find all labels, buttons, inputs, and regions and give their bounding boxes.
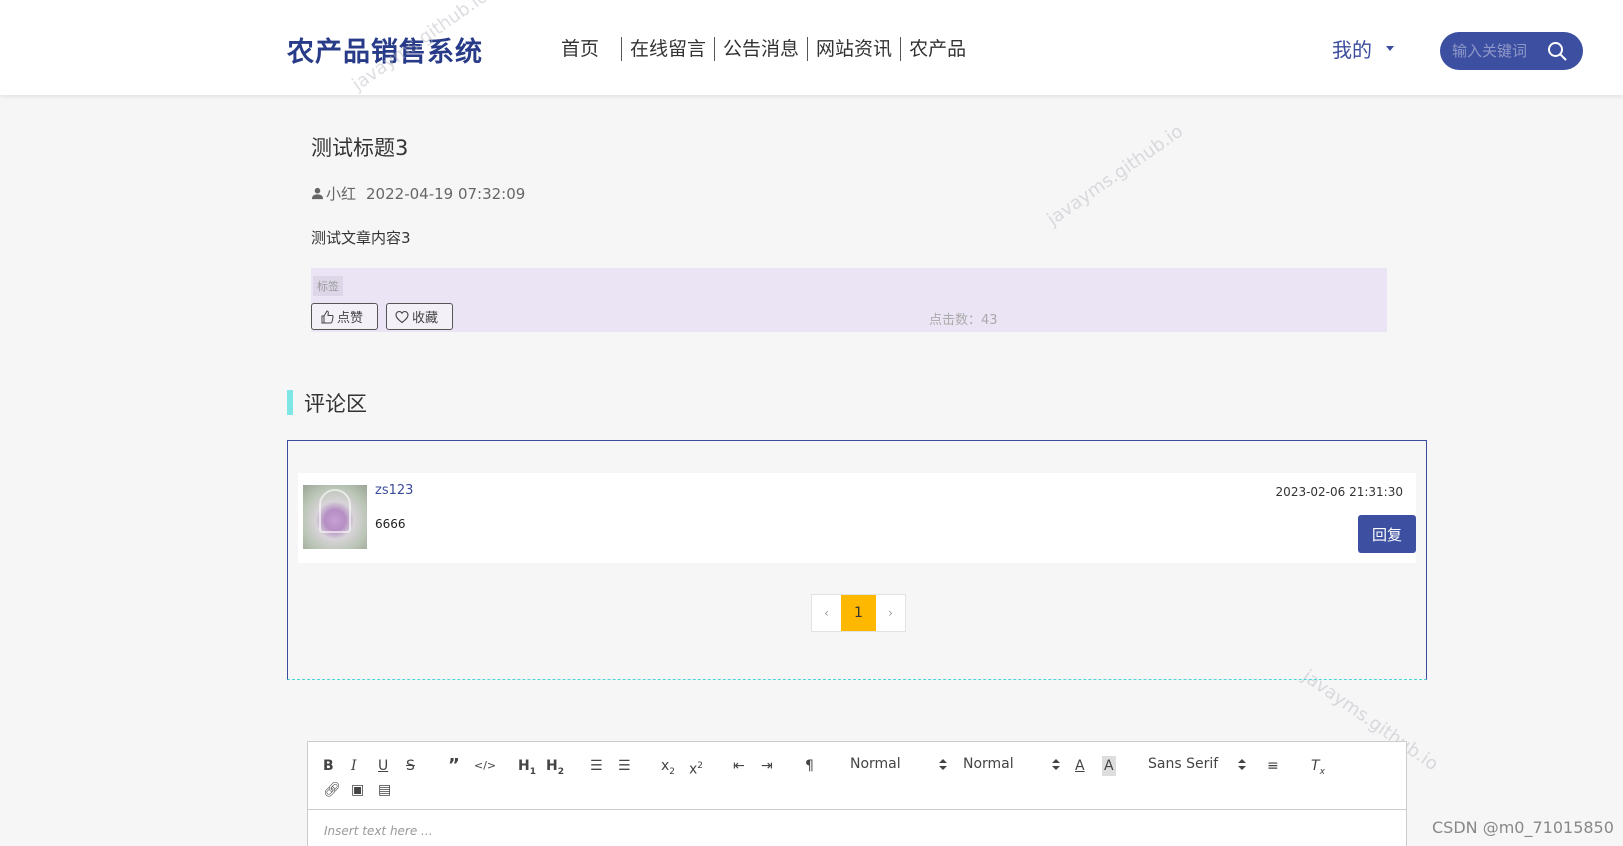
code-block-icon[interactable]: </> xyxy=(474,756,496,776)
search-input[interactable] xyxy=(1452,42,1542,60)
background-color-icon[interactable]: A xyxy=(1102,756,1116,776)
article-title: 测试标题3 xyxy=(311,136,409,160)
mine-dropdown[interactable]: 我的 xyxy=(1332,34,1394,63)
nav-message[interactable]: 在线留言 xyxy=(622,36,714,62)
strikethrough-icon[interactable]: S xyxy=(406,756,415,776)
search-icon[interactable] xyxy=(1547,41,1567,61)
blockquote-icon[interactable]: ” xyxy=(448,756,460,776)
subscript-icon[interactable]: x2 xyxy=(661,756,675,777)
text-color-icon[interactable]: A xyxy=(1075,756,1085,776)
click-count: 点击数：43 xyxy=(929,313,998,328)
page-next-button[interactable]: › xyxy=(876,595,905,631)
nav-products[interactable]: 农产品 xyxy=(901,36,974,62)
image-icon[interactable]: ▣ xyxy=(351,780,364,800)
editor-toolbar: B I U S ” </> H1 H2 ☰ ☰ x2 x2 ⇤ ⇥ ¶ Norm… xyxy=(308,742,1406,810)
bullet-list-icon[interactable]: ☰ xyxy=(618,756,631,776)
main-nav: 首页 在线留言 公告消息 网站资讯 农产品 xyxy=(555,36,974,62)
comment-text: 6666 xyxy=(375,517,406,531)
nav-news[interactable]: 网站资讯 xyxy=(808,36,900,62)
reply-button[interactable]: 回复 xyxy=(1358,515,1416,553)
user-icon xyxy=(311,187,324,200)
bold-icon[interactable]: B xyxy=(323,756,334,776)
thumbs-up-icon xyxy=(321,309,334,323)
link-icon[interactable]: 🔗︎ xyxy=(323,780,341,800)
align-icon[interactable]: ≡ xyxy=(1267,756,1279,776)
italic-icon[interactable]: I xyxy=(351,756,357,776)
watermark: javayms.github.io xyxy=(1043,120,1187,231)
avatar-image-detail xyxy=(319,489,351,533)
top-header: 农产品销售系统 首页 在线留言 公告消息 网站资讯 农产品 我的 xyxy=(0,0,1623,95)
article-author: 小红 xyxy=(326,185,357,203)
nav-notice[interactable]: 公告消息 xyxy=(715,36,807,62)
site-logo[interactable]: 农产品销售系统 xyxy=(287,30,483,69)
csdn-credit: CSDN @m0_71015850 xyxy=(1432,818,1614,837)
comment-username[interactable]: zs123 xyxy=(375,483,413,498)
search-box xyxy=(1440,32,1583,70)
updown-icon xyxy=(1238,758,1247,770)
page-prev-button[interactable]: ‹ xyxy=(812,595,841,631)
comments-panel: zs123 6666 2023-02-06 21:31:30 回复 ‹ 1 › xyxy=(287,440,1427,680)
article-actions-bar: 标签 点赞 收藏 点击数：43 xyxy=(311,268,1387,332)
mine-label: 我的 xyxy=(1332,38,1372,62)
comments-heading-text: 评论区 xyxy=(304,391,367,416)
pagination: ‹ 1 › xyxy=(811,594,906,632)
article-tag[interactable]: 标签 xyxy=(313,276,343,296)
comments-heading: 评论区 xyxy=(287,390,367,416)
avatar xyxy=(303,485,367,549)
font-select[interactable]: Sans Serif xyxy=(1148,756,1247,772)
indent-icon[interactable]: ⇥ xyxy=(761,756,773,776)
like-button[interactable]: 点赞 xyxy=(311,303,378,330)
header-select-value: Normal xyxy=(850,756,901,772)
size-select[interactable]: Normal xyxy=(963,756,1060,772)
header-select[interactable]: Normal xyxy=(850,756,947,772)
favorite-button[interactable]: 收藏 xyxy=(386,303,453,330)
heading-1-icon[interactable]: H1 xyxy=(518,756,536,777)
outdent-icon[interactable]: ⇤ xyxy=(733,756,745,776)
favorite-label: 收藏 xyxy=(412,311,439,326)
nav-home[interactable]: 首页 xyxy=(555,36,621,62)
editor-input[interactable]: Insert text here ... xyxy=(324,824,433,838)
underline-icon[interactable]: U xyxy=(378,756,388,776)
rich-text-editor: B I U S ” </> H1 H2 ☰ ☰ x2 x2 ⇤ ⇥ ¶ Norm… xyxy=(307,741,1407,846)
article-content: 测试文章内容3 xyxy=(311,229,411,247)
video-icon[interactable]: ▤ xyxy=(378,780,391,800)
chevron-down-icon xyxy=(1386,46,1394,51)
updown-icon xyxy=(938,758,947,770)
font-select-value: Sans Serif xyxy=(1148,756,1219,772)
ordered-list-icon[interactable]: ☰ xyxy=(590,756,603,776)
article-date: 2022-04-19 07:32:09 xyxy=(366,184,526,203)
clear-format-icon[interactable]: Tx xyxy=(1311,756,1325,777)
text-direction-icon[interactable]: ¶ xyxy=(805,756,814,776)
heading-2-icon[interactable]: H2 xyxy=(546,756,564,777)
size-select-value: Normal xyxy=(963,756,1014,772)
like-label: 点赞 xyxy=(337,311,364,326)
heading-accent-bar xyxy=(287,390,293,415)
updown-icon xyxy=(1051,758,1060,770)
page-number-current[interactable]: 1 xyxy=(841,595,876,631)
heart-icon xyxy=(395,310,409,323)
comment-item: zs123 6666 2023-02-06 21:31:30 回复 xyxy=(298,473,1416,563)
article-meta: 小红 2022-04-19 07:32:09 xyxy=(311,183,525,204)
comment-time: 2023-02-06 21:31:30 xyxy=(1275,485,1403,499)
superscript-icon[interactable]: x2 xyxy=(689,756,703,778)
